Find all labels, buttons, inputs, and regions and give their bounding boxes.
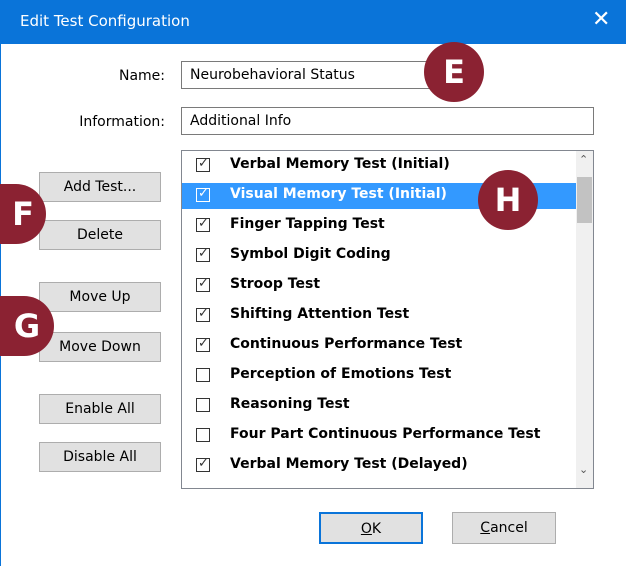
checkbox[interactable]: ✓ [196, 156, 210, 172]
name-field[interactable]: Neurobehavioral Status [181, 61, 431, 89]
list-item[interactable]: ✓ Symbol Digit Coding [182, 243, 584, 269]
ok-mnemonic: O [360, 521, 372, 537]
checkbox[interactable] [196, 368, 210, 382]
add-test-button[interactable]: Add Test... [39, 172, 161, 202]
check-icon: ✓ [198, 276, 209, 291]
annotation-badge-h: H [478, 170, 538, 230]
name-label: Name: [118, 68, 165, 84]
checkbox[interactable]: ✓ [196, 276, 210, 292]
delete-button[interactable]: Delete [39, 220, 161, 250]
disable-all-button[interactable]: Disable All [39, 442, 161, 472]
list-item-label: Symbol Digit Coding [230, 246, 391, 262]
scroll-down-icon[interactable]: ⌄ [579, 463, 588, 476]
list-item-label: Verbal Memory Test (Initial) [230, 156, 450, 172]
cancel-button[interactable]: Cancel [452, 512, 556, 544]
scrollbar[interactable]: ⌃ ⌄ [576, 151, 593, 488]
enable-all-button[interactable]: Enable All [39, 394, 161, 424]
check-icon: ✓ [198, 186, 209, 201]
list-item[interactable]: ✓ Stroop Test [182, 273, 584, 299]
list-item[interactable]: Four Part Continuous Performance Test [182, 423, 584, 449]
list-item-label: Visual Memory Test (Initial) [230, 186, 447, 202]
check-icon: ✓ [198, 216, 209, 231]
list-item-label: Stroop Test [230, 276, 321, 292]
checkbox[interactable]: ✓ [196, 336, 210, 352]
check-icon: ✓ [198, 336, 209, 351]
cancel-mnemonic: C [480, 520, 491, 536]
list-item-label: Perception of Emotions Test [230, 366, 452, 382]
window-title: Edit Test Configuration [20, 12, 190, 30]
list-item-label: Finger Tapping Test [230, 216, 385, 232]
scroll-up-icon[interactable]: ⌃ [579, 153, 588, 166]
close-icon[interactable]: ✕ [592, 8, 610, 32]
list-item[interactable]: Reasoning Test [182, 393, 584, 419]
check-icon: ✓ [198, 456, 209, 471]
checkbox[interactable] [196, 398, 210, 412]
move-down-button[interactable]: Move Down [39, 332, 161, 362]
list-item-label: Four Part Continuous Performance Test [230, 426, 541, 442]
list-item-label: Reasoning Test [230, 396, 350, 412]
title-bar: Edit Test Configuration ✕ [0, 0, 626, 44]
cancel-label: ancel [490, 520, 528, 536]
checkbox[interactable] [196, 428, 210, 442]
dialog-body: Name: Neurobehavioral Status Information… [0, 44, 626, 566]
ok-label: K [371, 521, 382, 537]
annotation-badge-e: E [424, 42, 484, 102]
checkbox[interactable]: ✓ [196, 246, 210, 262]
checkbox[interactable]: ✓ [196, 306, 210, 322]
list-item-label: Shifting Attention Test [230, 306, 410, 322]
check-icon: ✓ [198, 156, 209, 171]
check-icon: ✓ [198, 306, 209, 321]
check-icon: ✓ [198, 246, 209, 261]
checkbox[interactable]: ✓ [196, 186, 210, 202]
list-item[interactable]: ✓ Shifting Attention Test [182, 303, 584, 329]
scroll-thumb[interactable] [577, 177, 592, 223]
list-item[interactable]: ✓ Continuous Performance Test [182, 333, 584, 359]
ok-button[interactable]: OK [319, 512, 423, 544]
information-label: Information: [79, 114, 165, 130]
information-field[interactable]: Additional Info [181, 107, 594, 135]
list-item-label: Continuous Performance Test [230, 336, 463, 352]
list-item-label: Verbal Memory Test (Delayed) [230, 456, 468, 472]
list-item[interactable]: ✓ Verbal Memory Test (Delayed) [182, 453, 584, 479]
move-up-button[interactable]: Move Up [39, 282, 161, 312]
list-item[interactable]: Perception of Emotions Test [182, 363, 584, 389]
checkbox[interactable]: ✓ [196, 456, 210, 472]
checkbox[interactable]: ✓ [196, 216, 210, 232]
